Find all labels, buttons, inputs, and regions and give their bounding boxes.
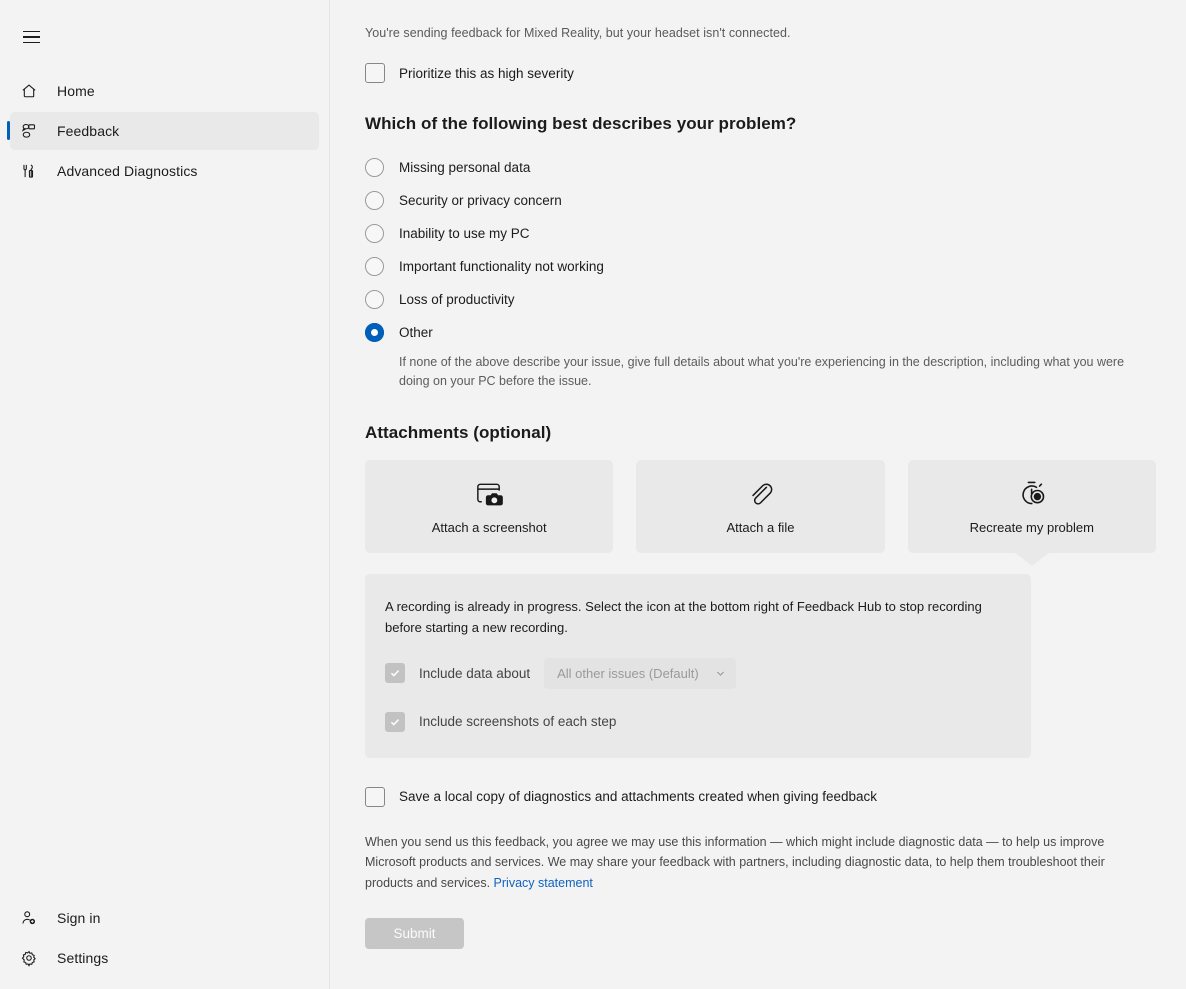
submit-button[interactable]: Submit [365,917,464,949]
attach-screenshot-button[interactable]: Attach a screenshot [365,459,614,553]
prioritize-severity-checkbox[interactable]: Prioritize this as high severity [365,63,1156,83]
hamburger-line [22,31,40,33]
save-local-copy-checkbox[interactable]: Save a local copy of diagnostics and att… [365,786,1156,807]
recording-panel: A recording is already in progress. Sele… [365,573,1031,758]
sidebar-item-label: Feedback [57,123,120,139]
checkbox-label: Include data about [419,665,531,681]
legal-disclaimer: When you send us this feedback, you agre… [365,832,1125,893]
attach-tile-label: Recreate my problem [969,520,1094,536]
problem-section-heading: Which of the following best describes yo… [365,114,797,133]
attachment-tiles: Attach a screenshot Attach a file Recrea… [365,459,1156,566]
person-add-icon [20,908,46,928]
screenshot-icon [473,477,506,511]
radio-label: Security or privacy concern [399,193,562,208]
recreate-my-problem-button[interactable]: Recreate my problem [907,459,1156,566]
checkbox-box [365,786,385,807]
radio-circle [365,224,384,243]
headset-notice: You're sending feedback for Mixed Realit… [365,26,791,40]
sidebar-item-label: Sign in [57,910,101,926]
attach-tile-label: Attach a file [726,520,795,536]
radio-circle-selected [365,323,384,342]
radio-option-loss-of-productivity[interactable]: Loss of productivity [365,283,1156,316]
radio-label: Other [399,325,433,340]
sidebar-item-home[interactable]: Home [10,72,319,110]
other-option-help-text: If none of the above describe your issue… [399,355,1125,389]
include-screenshots-row: Include screenshots of each step [385,711,1007,732]
hamburger-line [22,41,40,43]
callout-pointer [1013,551,1050,566]
attach-tile-label: Attach a screenshot [431,520,547,536]
checkbox-label: Save a local copy of diagnostics and att… [399,789,878,805]
checkbox-box [385,711,405,732]
sidebar-item-label: Settings [57,950,109,966]
hamburger-menu-button[interactable] [10,18,52,56]
attachments-heading: Attachments (optional) [365,422,552,442]
sidebar-item-advanced-diagnostics[interactable]: Advanced Diagnostics [10,152,319,190]
sidebar-item-label: Advanced Diagnostics [57,163,198,179]
checkbox-label: Prioritize this as high severity [399,65,574,81]
sidebar-item-sign-in[interactable]: Sign in [10,899,319,937]
include-data-dropdown: All other issues (Default) [544,657,737,689]
sidebar-item-label: Home [57,83,95,99]
feedback-form: You're sending feedback for Mixed Realit… [330,26,1186,949]
sidebar-bottom-nav: Sign in Settings [0,897,329,989]
radio-label: Loss of productivity [399,292,515,307]
stopwatch-record-icon [1015,477,1049,511]
app-window: Home Feedback Advanced Diagnostics Sign … [0,0,1186,989]
checkbox-box [365,63,385,83]
sidebar-nav: Home Feedback Advanced Diagnostics [0,70,329,192]
radio-option-missing-personal-data[interactable]: Missing personal data [365,151,1156,184]
hamburger-line [22,36,40,38]
radio-option-other[interactable]: Other [365,316,1156,349]
radio-circle [365,158,384,177]
radio-circle [365,257,384,276]
sidebar: Home Feedback Advanced Diagnostics Sign … [0,0,330,989]
recording-in-progress-message: A recording is already in progress. Sele… [385,598,982,635]
problem-radio-group: Missing personal data Security or privac… [365,151,1156,392]
home-icon [20,81,46,101]
radio-label: Important functionality not working [399,259,604,274]
legal-text: When you send us this feedback, you agre… [365,834,1105,890]
radio-option-inability-to-use-pc[interactable]: Inability to use my PC [365,217,1156,250]
radio-label: Missing personal data [399,160,531,175]
radio-circle [365,191,384,210]
attach-file-button[interactable]: Attach a file [636,459,885,553]
sidebar-item-feedback[interactable]: Feedback [7,112,319,150]
checkbox-label: Include screenshots of each step [419,714,617,730]
main-content: You're sending feedback for Mixed Realit… [330,0,1186,989]
gear-icon [20,948,46,968]
chevron-down-icon [715,668,726,679]
radio-option-functionality-not-working[interactable]: Important functionality not working [365,250,1156,283]
radio-option-security-privacy[interactable]: Security or privacy concern [365,184,1156,217]
paperclip-icon [744,477,776,511]
checkbox-box [385,663,405,684]
diagnostics-icon [20,161,46,181]
feedback-icon [20,121,46,141]
include-data-checkbox: Include data about [385,663,531,684]
radio-circle [365,290,384,309]
dropdown-value: All other issues (Default) [557,665,699,681]
privacy-statement-link[interactable]: Privacy statement [494,876,593,890]
include-data-row: Include data about All other issues (Def… [385,657,1007,689]
include-screenshots-checkbox: Include screenshots of each step [385,711,617,732]
sidebar-item-settings[interactable]: Settings [10,939,319,977]
radio-label: Inability to use my PC [399,226,530,241]
